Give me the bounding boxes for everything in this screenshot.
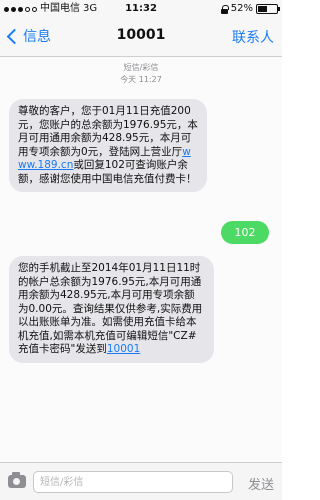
battery-fill xyxy=(258,6,267,12)
battery-percent: 52% xyxy=(230,3,253,14)
status-right: 52% xyxy=(220,0,280,18)
thread-meta: 短信/彩信 今天 11:27 xyxy=(0,62,282,86)
message-text: 102 xyxy=(234,226,256,239)
contacts-button[interactable]: 联系人 xyxy=(232,27,274,47)
outgoing-message-bubble[interactable]: 102 xyxy=(221,221,269,244)
message-text: 尊敬的客户，您于01月11日充值200元，您账户的总余额为1976.95元，本月… xyxy=(18,105,198,158)
message-text: 您的手机截止至2014年01月11日11时的帐户总余额为1976.95元,本月可… xyxy=(18,262,203,355)
message-type-label: 短信/彩信 xyxy=(123,63,159,72)
compose-bar: 发送 xyxy=(0,462,282,500)
incoming-message-bubble[interactable]: 尊敬的客户，您于01月11日充值200元，您账户的总余额为1976.95元，本月… xyxy=(9,99,207,192)
messages-screen: 中国电信 3G 11:32 52% 信息 10001 联系人 短信/彩信 今天 … xyxy=(0,0,282,500)
phone-number-link[interactable]: 10001 xyxy=(107,343,140,355)
message-timestamp: 今天 11:27 xyxy=(120,75,162,84)
send-button[interactable]: 发送 xyxy=(248,474,274,493)
battery-icon xyxy=(256,4,280,14)
camera-icon[interactable] xyxy=(8,472,26,488)
rotation-lock-icon xyxy=(220,4,229,14)
status-bar: 中国电信 3G 11:32 52% xyxy=(0,0,282,18)
navigation-bar: 信息 10001 联系人 xyxy=(0,18,282,57)
message-input[interactable] xyxy=(33,471,233,493)
incoming-message-bubble[interactable]: 您的手机截止至2014年01月11日11时的帐户总余额为1976.95元,本月可… xyxy=(9,256,214,363)
